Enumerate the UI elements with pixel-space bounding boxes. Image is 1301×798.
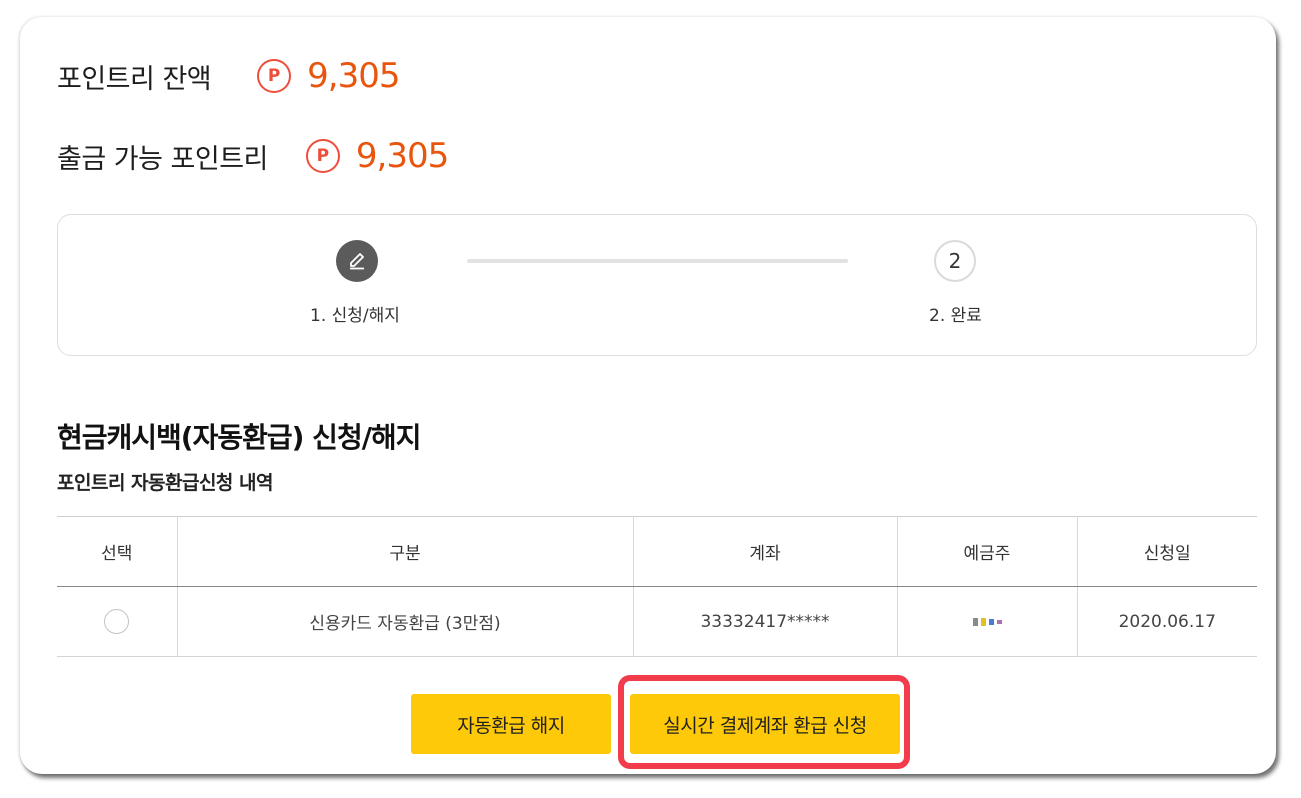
highlight-box xyxy=(618,675,910,769)
table-row: 신용카드 자동환급 (3만점) 33332417***** 2020.06.17 xyxy=(57,586,1257,657)
withdrawable-point-row: 출금 가능 포인트리 P 9,305 xyxy=(57,136,449,176)
select-cell xyxy=(57,587,177,657)
column-header-type: 구분 xyxy=(176,516,633,587)
owner-cell xyxy=(896,586,1077,657)
step-connector xyxy=(467,259,848,263)
cancel-auto-refund-button[interactable]: 자동환급 해지 xyxy=(411,694,611,754)
column-header-owner: 예금주 xyxy=(896,516,1077,587)
section-title: 현금캐시백(자동환급) 신청/해지 xyxy=(57,421,421,454)
point-icon: P xyxy=(305,139,340,173)
step-1-indicator xyxy=(336,240,378,282)
auto-refund-table: 선택 구분 계좌 예금주 신청일 신용카드 자동환급 (3만점) 3333241… xyxy=(57,516,1257,657)
column-header-select: 선택 xyxy=(57,516,177,587)
pencil-icon xyxy=(350,253,364,270)
type-cell: 신용카드 자동환급 (3만점) xyxy=(176,586,633,657)
step-2-indicator: 2 xyxy=(934,240,976,282)
account-cell: 33332417***** xyxy=(632,586,897,657)
withdrawable-point-label: 출금 가능 포인트리 xyxy=(57,143,268,175)
table-header-row: 선택 구분 계좌 예금주 신청일 xyxy=(57,516,1257,587)
point-balance-label: 포인트리 잔액 xyxy=(57,63,212,95)
point-balance-amount: 9,305 xyxy=(307,56,400,96)
progress-stepper: 2 1. 신청/해지 2. 완료 xyxy=(57,214,1257,356)
section-subtitle: 포인트리 자동환급신청 내역 xyxy=(57,472,274,494)
row-select-radio[interactable] xyxy=(104,609,130,634)
masked-owner-name xyxy=(972,617,1002,626)
step-2-label: 2. 완료 xyxy=(929,306,982,326)
step-1-label: 1. 신청/해지 xyxy=(310,306,400,326)
column-header-account: 계좌 xyxy=(632,516,897,587)
content-card xyxy=(20,17,1276,774)
point-balance-row: 포인트리 잔액 P 9,305 xyxy=(57,56,400,96)
date-cell: 2020.06.17 xyxy=(1076,586,1257,657)
withdrawable-point-amount: 9,305 xyxy=(355,136,449,176)
point-icon: P xyxy=(257,59,292,93)
column-header-date: 신청일 xyxy=(1076,516,1257,587)
